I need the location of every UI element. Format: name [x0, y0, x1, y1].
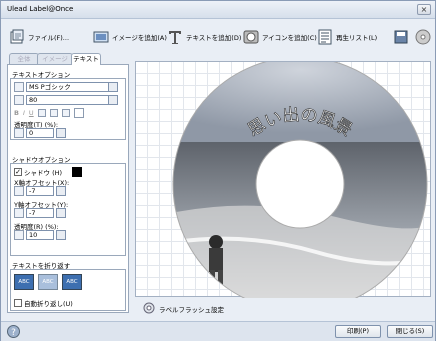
chevron-down-icon — [108, 96, 117, 104]
font-select[interactable]: MS Pゴシック — [26, 82, 118, 92]
file-label: ファイル(F)... — [28, 34, 70, 42]
shadow-opacity-input[interactable]: 10 — [26, 230, 54, 240]
font-value: MS Pゴシック — [29, 83, 71, 91]
add-image-button[interactable]: イメージを追加(A) — [93, 27, 167, 47]
label-canvas[interactable]: 思い出の風景 — [135, 61, 432, 298]
align-left-button[interactable] — [37, 109, 46, 117]
title-bar: Ulead Label@Once × — [1, 1, 435, 19]
text-icon — [167, 29, 183, 45]
wrap-group: ABC ABC ABC 自動折り返し(U) — [10, 269, 126, 311]
bold-button[interactable]: B — [14, 109, 19, 117]
save-button[interactable] — [393, 27, 409, 47]
text-color-swatch[interactable] — [73, 108, 84, 118]
footer-bar: ? 印刷(P) 閉じる(S) — [1, 321, 435, 341]
italic-button[interactable]: I — [23, 109, 25, 117]
opacity-input[interactable]: 0 — [26, 128, 54, 138]
file-icon — [9, 29, 25, 45]
shadow-label: シャドウ (H) — [24, 169, 63, 177]
x-offset-input[interactable]: -7 — [26, 186, 54, 196]
y-offset-icon — [14, 208, 24, 218]
playlist-label: 再生リスト(L) — [336, 34, 378, 42]
text-options-group: MS Pゴシック 80 B I U 透明度(T) (%): 0 — [10, 78, 126, 140]
opacity-icon — [14, 128, 24, 138]
close-button[interactable]: 閉じる(S) — [387, 325, 433, 338]
add-icon-label: アイコンを追加(C) — [262, 34, 317, 42]
print-button[interactable]: 印刷(P) — [335, 325, 381, 338]
options-panel: 全体 イメージ テキスト テキストオプション MS Pゴシック 80 B I U — [7, 53, 129, 313]
x-offset-icon — [14, 186, 24, 196]
font-size-select[interactable]: 80 — [26, 95, 118, 105]
size-icon — [14, 95, 24, 105]
label-flash-icon — [143, 302, 155, 316]
help-icon[interactable]: ? — [7, 325, 20, 340]
add-text-button[interactable]: テキストを追加(D) — [167, 27, 241, 47]
image-icon — [93, 29, 109, 45]
close-window-button[interactable]: × — [417, 4, 431, 15]
save-icon — [393, 29, 409, 45]
list-icon — [317, 29, 333, 45]
auto-wrap-label: 自動折り返し(U) — [24, 300, 73, 308]
disc-icon — [415, 29, 431, 45]
file-button[interactable]: ファイル(F)... — [9, 27, 69, 47]
wrap-bottom-button[interactable]: ABC — [62, 274, 82, 290]
svg-text:?: ? — [11, 328, 16, 338]
font-size-value: 80 — [29, 96, 38, 104]
window-title: Ulead Label@Once — [7, 5, 74, 13]
tab-text[interactable]: テキスト — [71, 53, 101, 65]
toolbar: ファイル(F)... イメージを追加(A) テキストを追加(D) アイコンを追加… — [1, 20, 435, 52]
app-window: Ulead Label@Once × ファイル(F)... イメージを追加(A)… — [0, 0, 436, 341]
shadow-color-swatch[interactable] — [72, 167, 83, 177]
label-flash-label: ラベルフラッシュ設定 — [159, 306, 224, 314]
opacity-stepper[interactable] — [56, 128, 66, 138]
label-flash-settings[interactable]: ラベルフラッシュ設定 — [143, 302, 224, 316]
underline-button[interactable]: U — [29, 109, 34, 117]
auto-wrap-checkbox[interactable] — [14, 299, 22, 307]
shadow-opacity-icon — [14, 230, 24, 240]
icon-add-icon — [243, 29, 259, 45]
help-cd-button[interactable] — [415, 27, 431, 47]
wrap-flat-button[interactable]: ABC — [38, 274, 58, 290]
align-center-button[interactable] — [49, 109, 58, 117]
add-text-label: テキストを追加(D) — [186, 34, 242, 42]
y-offset-stepper[interactable] — [56, 208, 66, 218]
add-image-label: イメージを追加(A) — [112, 34, 167, 42]
playlist-button[interactable]: 再生リスト(L) — [317, 27, 377, 47]
wrap-arc-button[interactable]: ABC — [14, 274, 34, 290]
shadow-options-group: ✓ シャドウ (H) X軸オフセット(X): -7 Y軸オフセット(Y): -7… — [10, 163, 126, 256]
shadow-opacity-stepper[interactable] — [56, 230, 66, 240]
x-offset-stepper[interactable] — [56, 186, 66, 196]
disc-preview[interactable]: 思い出の風景 — [136, 62, 432, 298]
font-icon — [14, 82, 24, 92]
align-right-button[interactable] — [61, 109, 70, 117]
y-offset-input[interactable]: -7 — [26, 208, 54, 218]
add-icon-button[interactable]: アイコンを追加(C) — [243, 27, 317, 47]
shadow-checkbox[interactable]: ✓ — [14, 168, 22, 176]
chevron-down-icon — [108, 83, 117, 91]
text-tab-panel: テキストオプション MS Pゴシック 80 B I U 透明度(T) (%): … — [7, 64, 129, 313]
